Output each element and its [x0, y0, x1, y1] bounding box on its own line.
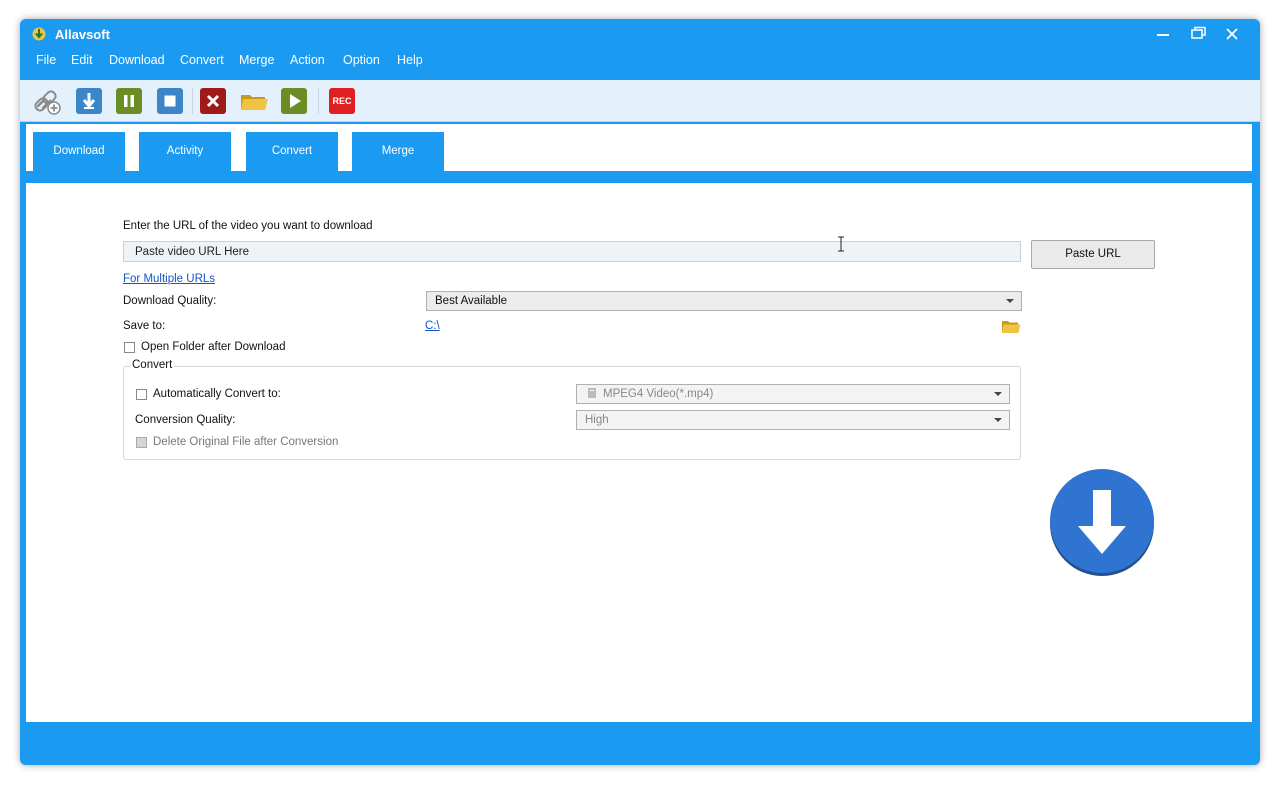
menu-option[interactable]: Option — [343, 53, 380, 67]
title-bar: Allavsoft — [20, 19, 1260, 49]
paste-url-button[interactable]: Paste URL — [1031, 240, 1155, 269]
app-window: Allavsoft File Edit Download Convert Mer… — [20, 19, 1260, 765]
menu-action[interactable]: Action — [290, 53, 325, 67]
conversion-quality-select[interactable]: High — [576, 410, 1010, 430]
convert-format-select[interactable]: MPEG4 Video(*.mp4) — [576, 384, 1010, 404]
delete-original-checkbox[interactable] — [136, 437, 147, 448]
open-folder-button[interactable] — [239, 88, 268, 114]
play-button[interactable] — [281, 88, 307, 114]
toolbar-separator — [318, 88, 319, 114]
start-download-button[interactable] — [1048, 468, 1156, 576]
toolbar-separator — [192, 88, 193, 114]
auto-convert-label: Automatically Convert to: — [153, 388, 281, 400]
chevron-down-icon — [994, 418, 1002, 422]
add-url-button[interactable] — [34, 88, 61, 115]
add-url-icon — [34, 90, 61, 115]
tab-merge[interactable]: Merge — [352, 132, 444, 172]
download-icon — [82, 93, 96, 109]
tab-activity[interactable]: Activity — [139, 132, 231, 172]
delete-button[interactable] — [200, 88, 226, 114]
menu-merge[interactable]: Merge — [239, 53, 274, 67]
close-icon — [1226, 28, 1238, 40]
record-icon: REC — [332, 96, 352, 106]
menu-bar: File Edit Download Convert Merge Action … — [20, 49, 1260, 75]
open-folder-checkbox[interactable] — [124, 342, 135, 353]
download-quality-value: Best Available — [435, 295, 508, 307]
url-prompt-label: Enter the URL of the video you want to d… — [123, 220, 373, 232]
chevron-down-icon — [1006, 299, 1014, 303]
delete-icon — [206, 94, 220, 108]
app-logo-icon — [32, 27, 46, 41]
browse-folder-icon[interactable] — [1001, 319, 1021, 334]
stop-icon — [164, 95, 176, 107]
status-bar — [20, 727, 1260, 765]
conversion-quality-label: Conversion Quality: — [135, 414, 236, 426]
download-quality-select[interactable]: Best Available — [426, 291, 1022, 311]
stop-button[interactable] — [157, 88, 183, 114]
delete-original-label: Delete Original File after Conversion — [153, 436, 339, 448]
menu-edit[interactable]: Edit — [71, 53, 93, 67]
tab-strip — [26, 171, 1254, 183]
main-panel: Download Activity Convert Merge Enter th… — [25, 123, 1254, 723]
download-quality-label: Download Quality: — [123, 295, 217, 307]
menu-file[interactable]: File — [36, 53, 56, 67]
save-to-label: Save to: — [123, 320, 166, 332]
close-button[interactable] — [1218, 24, 1246, 44]
pause-icon — [124, 95, 134, 107]
auto-convert-checkbox[interactable] — [136, 389, 147, 400]
convert-group-title: Convert — [130, 359, 175, 371]
menu-help[interactable]: Help — [397, 53, 423, 67]
folder-icon — [241, 95, 268, 110]
convert-format-value: MPEG4 Video(*.mp4) — [603, 388, 714, 400]
text-cursor-icon — [838, 236, 844, 252]
file-icon — [588, 388, 596, 398]
minimize-button[interactable] — [1149, 24, 1177, 44]
convert-groupbox: Convert Automatically Convert to: MPEG4 … — [123, 359, 1021, 460]
tab-convert[interactable]: Convert — [246, 132, 338, 172]
download-button[interactable] — [76, 88, 102, 114]
menu-convert[interactable]: Convert — [180, 53, 224, 67]
restore-button[interactable] — [1185, 24, 1213, 44]
record-button[interactable]: REC — [329, 88, 355, 114]
multiple-urls-link[interactable]: For Multiple URLs — [123, 273, 215, 285]
window-title: Allavsoft — [55, 27, 110, 42]
tab-download[interactable]: Download — [33, 132, 125, 172]
chevron-down-icon — [994, 392, 1002, 396]
open-folder-label: Open Folder after Download — [141, 341, 286, 353]
play-icon — [290, 94, 301, 108]
minimize-icon — [1157, 34, 1169, 36]
pause-button[interactable] — [116, 88, 142, 114]
restore-icon — [1191, 26, 1206, 39]
toolbar: REC — [20, 80, 1260, 122]
url-input[interactable] — [123, 241, 1021, 262]
save-to-path-link[interactable]: C:\ — [425, 320, 440, 332]
menu-download[interactable]: Download — [109, 53, 165, 67]
conversion-quality-value: High — [585, 414, 609, 426]
